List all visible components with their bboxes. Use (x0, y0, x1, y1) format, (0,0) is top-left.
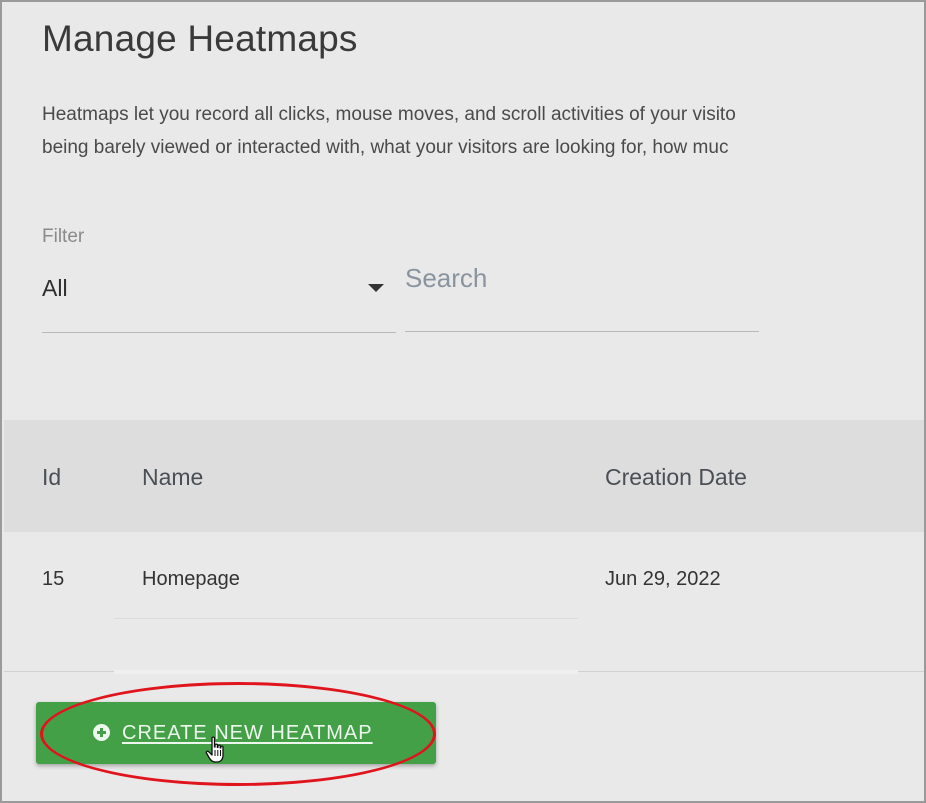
plus-circle-icon (93, 724, 110, 741)
table-header: Id Name Creation Date (4, 420, 924, 532)
row-id: 15 (42, 568, 65, 590)
filter-label: Filter (42, 226, 85, 247)
create-new-heatmap-button[interactable]: CREATE NEW HEATMAP (36, 702, 436, 764)
create-new-heatmap-label: CREATE NEW HEATMAP (122, 722, 373, 744)
dropdown-caret-icon (368, 284, 384, 292)
description-line-2: being barely viewed or interacted with, … (42, 137, 729, 158)
column-header-id[interactable]: Id (42, 464, 61, 491)
page-title: Manage Heatmaps (42, 18, 358, 59)
page-description: Heatmaps let you record all clicks, mous… (42, 98, 924, 164)
filter-select-value: All (42, 275, 68, 301)
table-row[interactable]: 15 Homepage Jun 29, 2022 (4, 532, 924, 672)
description-line-1: Heatmaps let you record all clicks, mous… (42, 104, 736, 125)
column-header-name[interactable]: Name (142, 464, 203, 491)
heatmaps-panel: Manage Heatmaps Heatmaps let you record … (0, 0, 926, 803)
divider-gap (114, 670, 578, 674)
row-name[interactable]: Homepage (142, 568, 240, 591)
hand-pointer-icon (205, 736, 224, 763)
search-input[interactable] (405, 260, 759, 332)
filter-select[interactable]: All (42, 260, 396, 333)
column-header-creation-date[interactable]: Creation Date (605, 464, 747, 491)
row-divider (114, 618, 578, 619)
row-creation-date: Jun 29, 2022 (605, 568, 721, 590)
